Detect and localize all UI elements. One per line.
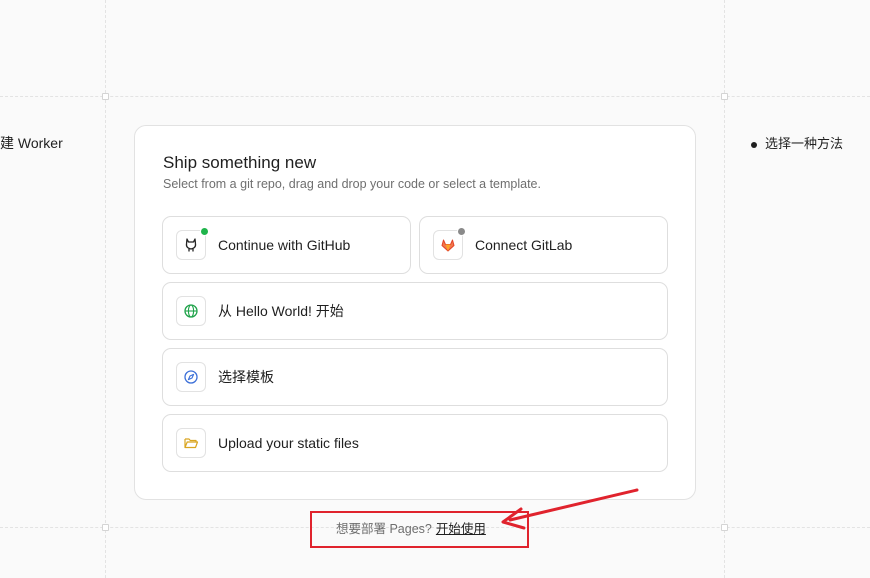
annotation-arrow-icon bbox=[501, 488, 639, 530]
